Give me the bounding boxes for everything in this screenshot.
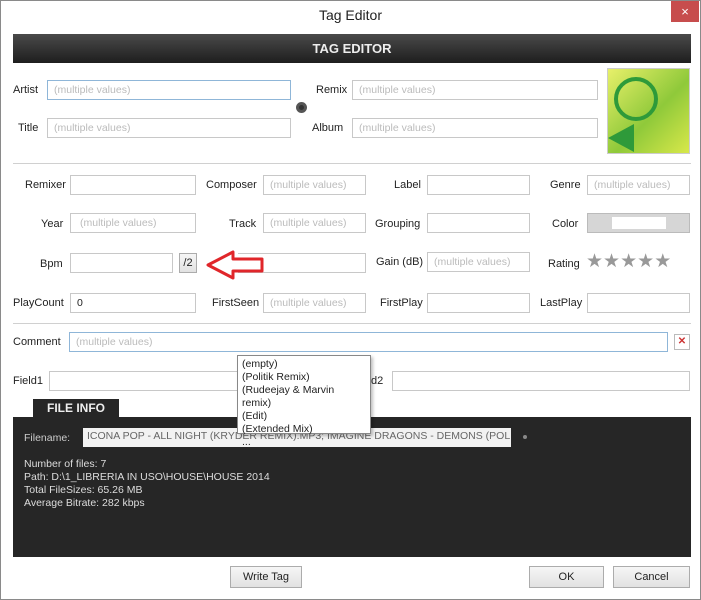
gain-label: Gain (dB) — [376, 256, 424, 268]
star-icon[interactable]: ★ — [620, 251, 637, 272]
gain-input[interactable]: (multiple values) — [427, 252, 530, 272]
star-icon[interactable]: ★ — [654, 251, 671, 272]
field2-input[interactable] — [392, 371, 690, 391]
composer-label: Composer — [206, 179, 257, 191]
genre-label: Genre — [550, 179, 581, 191]
album-label: Album — [312, 122, 344, 134]
dropdown-option[interactable]: (empty) — [242, 358, 366, 371]
track-input[interactable]: (multiple values) — [263, 213, 366, 233]
artist-label: Artist — [13, 84, 39, 96]
field2-label: d2 — [371, 375, 384, 387]
info-size: Total FileSizes: 65.26 MB — [24, 484, 143, 496]
album-art[interactable] — [607, 68, 690, 154]
cancel-button[interactable]: Cancel — [613, 566, 690, 588]
firstplay-label: FirstPlay — [380, 297, 423, 309]
grouping-input[interactable] — [427, 213, 530, 233]
divider — [13, 163, 691, 164]
write-tag-button[interactable]: Write Tag — [230, 566, 302, 588]
field1-label: Field1 — [13, 375, 43, 387]
dropdown-option[interactable]: ... — [242, 436, 366, 449]
bpm-input[interactable] — [70, 253, 173, 273]
tab-file-info[interactable]: FILE INFO — [33, 399, 119, 418]
bpm-label: Bpm — [40, 258, 63, 270]
dropdown-option[interactable]: (Extended Mix) — [242, 423, 366, 436]
window-title: Tag Editor — [318, 7, 383, 23]
album-input[interactable]: (multiple values) — [352, 118, 598, 138]
star-icon[interactable]: ★ — [603, 251, 620, 272]
red-arrow-annotation — [206, 250, 264, 280]
close-button[interactable]: × — [671, 1, 699, 22]
star-icon[interactable]: ★ — [586, 251, 603, 272]
firstseen-input[interactable]: (multiple values) — [263, 293, 366, 313]
remix-label: Remix — [316, 84, 348, 96]
remixer-label: Remixer — [25, 179, 66, 191]
color-label: Color — [552, 218, 579, 230]
dot-icon — [523, 435, 527, 439]
comment-label: Comment — [13, 336, 61, 348]
firstseen-label: FirstSeen — [212, 297, 260, 309]
remixer-input[interactable] — [70, 175, 196, 195]
color-picker[interactable] — [587, 213, 690, 233]
comment-input[interactable]: (multiple values) — [69, 332, 668, 352]
grouping-label: Grouping — [375, 218, 421, 230]
rating-stars[interactable]: ★★★★★ — [586, 251, 671, 272]
firstplay-input[interactable] — [427, 293, 530, 313]
composer-input[interactable]: (multiple values) — [263, 175, 366, 195]
swap-dot-icon[interactable] — [296, 102, 307, 113]
remix-input[interactable]: (multiple values) — [352, 80, 598, 100]
ok-button[interactable]: OK — [529, 566, 604, 588]
filename-label: Filename: — [24, 432, 71, 444]
dropdown-option[interactable]: (Rudeejay & Marvin remix) — [242, 384, 366, 410]
star-icon[interactable]: ★ — [637, 251, 654, 272]
header-bar: TAG EDITOR — [13, 34, 691, 63]
rating-label: Rating — [548, 258, 580, 270]
year-input[interactable]: (multiple values) — [70, 213, 196, 233]
lastplay-input[interactable] — [587, 293, 690, 313]
title-input[interactable]: (multiple values) — [47, 118, 291, 138]
dropdown-option[interactable]: (Politik Remix) — [242, 371, 366, 384]
genre-input[interactable]: (multiple values) — [587, 175, 690, 195]
year-label: Year — [41, 218, 64, 230]
artist-input[interactable]: (multiple values) — [47, 80, 291, 100]
title-label: Title — [18, 122, 39, 134]
half-bpm-button[interactable]: /2 — [179, 253, 197, 273]
clear-comment-button[interactable]: ✕ — [674, 334, 690, 350]
label-label: Label — [394, 179, 421, 191]
remix-dropdown: (empty) (Politik Remix) (Rudeejay & Marv… — [237, 355, 371, 448]
playcount-input[interactable]: 0 — [70, 293, 196, 313]
track-label: Track — [229, 218, 257, 230]
divider — [13, 323, 691, 324]
info-file-count: Number of files: 7 — [24, 458, 107, 470]
lastplay-label: LastPlay — [540, 297, 583, 309]
dropdown-option[interactable]: (Edit) — [242, 410, 366, 423]
info-bitrate: Average Bitrate: 282 kbps — [24, 497, 145, 509]
label-input[interactable] — [427, 175, 530, 195]
playcount-label: PlayCount — [13, 297, 64, 309]
tag-editor-window: Tag Editor × TAG EDITOR Artist (multiple… — [0, 0, 701, 600]
info-path: Path: D:\1_LIBRERIA IN USO\HOUSE\HOUSE 2… — [24, 471, 270, 483]
